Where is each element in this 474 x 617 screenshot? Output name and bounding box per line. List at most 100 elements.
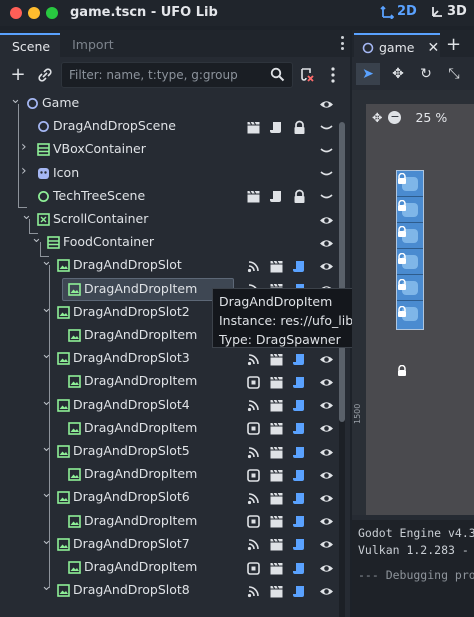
script-icon[interactable] bbox=[292, 561, 307, 576]
collapse-arrow-icon[interactable]: ⌄ bbox=[41, 301, 52, 316]
tree-item[interactable]: DragAndDropScene bbox=[0, 115, 338, 138]
tab-scene[interactable]: Scene bbox=[0, 33, 61, 57]
tree-item[interactable]: ⌄ FoodContainer bbox=[0, 231, 338, 254]
clapper-icon[interactable] bbox=[269, 514, 284, 529]
collapse-arrow-icon[interactable]: ⌄ bbox=[41, 579, 52, 594]
move-mode-icon[interactable]: ✥ bbox=[386, 63, 410, 85]
tree-item[interactable]: ⌄ DragAndDropSlot8 bbox=[0, 579, 338, 602]
tree-item[interactable]: ⌄ DragAndDropSlot6 bbox=[0, 486, 338, 509]
tree-item[interactable]: ⌄ DragAndDropSlot7 bbox=[0, 533, 338, 556]
script-icon[interactable] bbox=[292, 584, 307, 599]
collapse-arrow-icon[interactable]: ⌄ bbox=[10, 92, 21, 107]
signal-icon[interactable] bbox=[246, 491, 261, 506]
close-window-button[interactable] bbox=[10, 7, 22, 19]
minimize-window-button[interactable] bbox=[28, 7, 40, 19]
script-icon[interactable] bbox=[269, 120, 284, 135]
clapper-icon[interactable] bbox=[269, 259, 284, 274]
tree-item[interactable]: TechTreeScene bbox=[0, 185, 338, 208]
tree-item[interactable]: DragAndDropItem bbox=[0, 417, 338, 440]
tree-item[interactable]: ⌄ DragAndDropSlot3 bbox=[0, 347, 338, 370]
visibility-icon[interactable] bbox=[319, 259, 334, 274]
instance-icon[interactable] bbox=[246, 468, 261, 483]
pan-icon[interactable]: ✥ bbox=[372, 110, 382, 125]
rotate-mode-icon[interactable]: ↻ bbox=[414, 63, 438, 85]
zoom-level[interactable]: 25 % bbox=[415, 110, 447, 125]
clapper-icon[interactable] bbox=[246, 120, 261, 135]
2d-viewport[interactable]: 1500 ✥ − 25 % bbox=[352, 90, 474, 515]
clapper-icon[interactable] bbox=[269, 352, 284, 367]
select-mode-icon[interactable]: ➤ bbox=[356, 63, 380, 85]
visibility-hidden-icon[interactable] bbox=[319, 120, 334, 135]
tree-item[interactable]: DragAndDropItem bbox=[0, 556, 338, 579]
script-icon[interactable] bbox=[292, 352, 307, 367]
tab-game-scene[interactable]: game ✕ bbox=[354, 33, 440, 57]
clapper-icon[interactable] bbox=[269, 584, 284, 599]
2d-mode-button[interactable]: 2D bbox=[380, 4, 417, 19]
visibility-icon[interactable] bbox=[319, 213, 334, 228]
tab-import[interactable]: Import bbox=[60, 33, 124, 57]
visibility-icon[interactable] bbox=[319, 236, 334, 251]
visibility-icon[interactable] bbox=[319, 537, 334, 552]
node-filter-input[interactable] bbox=[62, 63, 262, 87]
tree-item[interactable]: ⌄ DragAndDropSlot4 bbox=[0, 394, 338, 417]
instance-icon[interactable] bbox=[246, 421, 261, 436]
visibility-icon[interactable] bbox=[319, 561, 334, 576]
visibility-icon[interactable] bbox=[319, 445, 334, 460]
clapper-icon[interactable] bbox=[269, 537, 284, 552]
collapse-arrow-icon[interactable]: ⌄ bbox=[41, 394, 52, 409]
script-icon[interactable] bbox=[292, 445, 307, 460]
signal-icon[interactable] bbox=[246, 259, 261, 274]
collapse-arrow-icon[interactable]: ⌄ bbox=[41, 347, 52, 362]
expand-arrow-icon[interactable]: › bbox=[21, 163, 27, 179]
signal-icon[interactable] bbox=[246, 537, 261, 552]
collapse-arrow-icon[interactable]: ⌄ bbox=[41, 486, 52, 501]
visibility-icon[interactable] bbox=[319, 375, 334, 390]
clapper-icon[interactable] bbox=[246, 189, 261, 204]
collapse-arrow-icon[interactable]: ⌄ bbox=[41, 440, 52, 455]
instance-child-scene-button[interactable] bbox=[34, 64, 56, 86]
scale-mode-icon[interactable]: ⤡ bbox=[442, 63, 466, 85]
instance-icon[interactable] bbox=[246, 375, 261, 390]
add-scene-tab-icon[interactable]: + bbox=[446, 34, 461, 55]
visibility-hidden-icon[interactable] bbox=[319, 189, 334, 204]
script-icon[interactable] bbox=[292, 375, 307, 390]
tree-item[interactable]: ⌄ DragAndDropSlot bbox=[0, 254, 338, 277]
visibility-icon[interactable] bbox=[319, 352, 334, 367]
script-icon[interactable] bbox=[292, 421, 307, 436]
visibility-icon[interactable] bbox=[319, 514, 334, 529]
scene-options-icon[interactable] bbox=[322, 64, 344, 86]
tree-item[interactable]: ⌄ DragAndDropSlot5 bbox=[0, 440, 338, 463]
visibility-hidden-icon[interactable] bbox=[319, 166, 334, 181]
instance-icon[interactable] bbox=[246, 514, 261, 529]
collapse-arrow-icon[interactable]: ⌄ bbox=[41, 533, 52, 548]
script-icon[interactable] bbox=[269, 189, 284, 204]
clapper-icon[interactable] bbox=[269, 491, 284, 506]
node-filter-field[interactable] bbox=[61, 62, 293, 88]
tree-item[interactable]: › VBoxContainer bbox=[0, 138, 338, 161]
clapper-icon[interactable] bbox=[269, 421, 284, 436]
clapper-icon[interactable] bbox=[269, 561, 284, 576]
clapper-icon[interactable] bbox=[269, 375, 284, 390]
tree-item[interactable]: › Icon bbox=[0, 162, 338, 185]
clapper-icon[interactable] bbox=[269, 398, 284, 413]
scrollbar-thumb[interactable] bbox=[339, 122, 345, 422]
3d-mode-button[interactable]: 3D bbox=[430, 4, 467, 19]
script-icon[interactable] bbox=[292, 468, 307, 483]
clapper-icon[interactable] bbox=[269, 445, 284, 460]
attach-script-button[interactable] bbox=[296, 64, 318, 86]
tree-item[interactable]: DragAndDropItem bbox=[0, 370, 338, 393]
lock-icon[interactable] bbox=[292, 120, 307, 135]
add-node-icon[interactable]: + bbox=[7, 64, 29, 86]
script-icon[interactable] bbox=[292, 537, 307, 552]
dock-menu-icon[interactable] bbox=[341, 36, 344, 50]
script-icon[interactable] bbox=[292, 514, 307, 529]
clapper-icon[interactable] bbox=[269, 468, 284, 483]
visibility-icon[interactable] bbox=[319, 97, 334, 112]
collapse-arrow-icon[interactable]: ⌄ bbox=[21, 208, 32, 223]
visibility-icon[interactable] bbox=[319, 491, 334, 506]
zoom-out-icon[interactable]: − bbox=[388, 111, 402, 124]
signal-icon[interactable] bbox=[246, 584, 261, 599]
signal-icon[interactable] bbox=[246, 398, 261, 413]
instance-icon[interactable] bbox=[246, 561, 261, 576]
tree-item[interactable]: ⌄ Game bbox=[0, 92, 338, 115]
